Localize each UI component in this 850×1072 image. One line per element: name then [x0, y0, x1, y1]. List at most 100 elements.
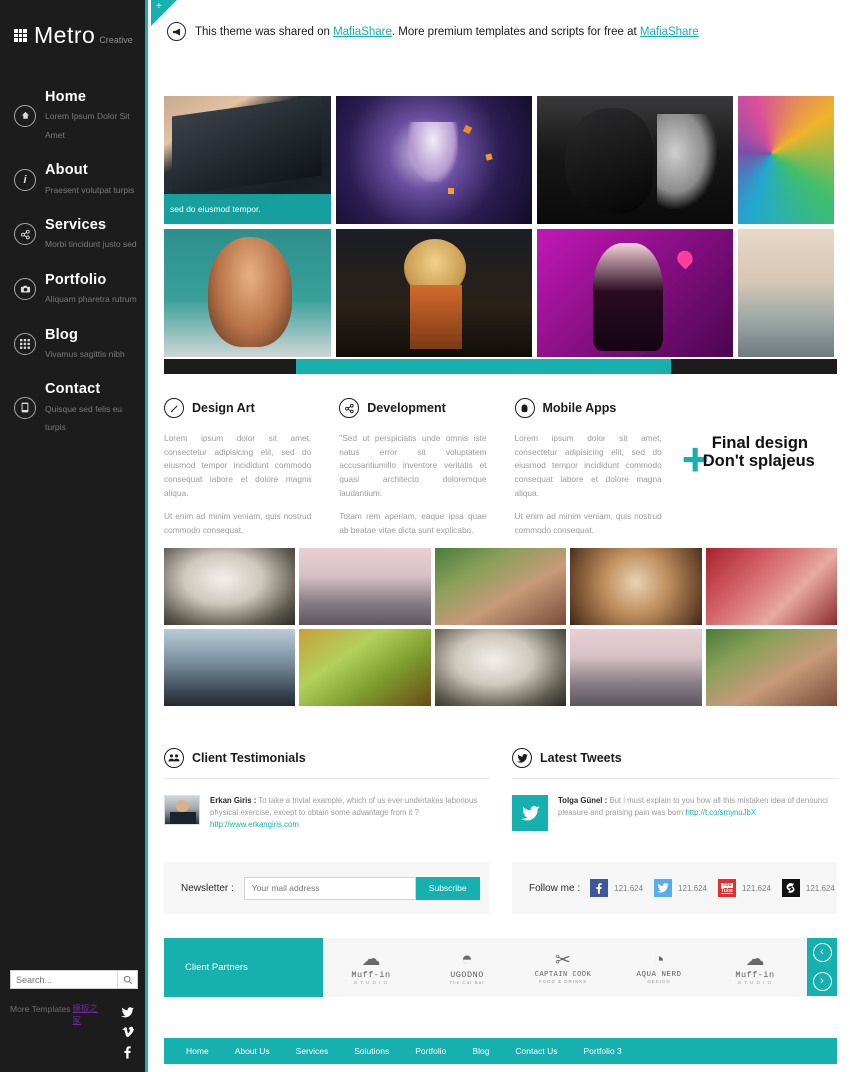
more-templates-link[interactable]: 模板之家 [72, 1002, 101, 1026]
service-mobile-apps: Mobile Apps Lorem ipsum dolor sit amet, … [514, 398, 662, 566]
sidebar-item-portfolio[interactable]: Portfolio Aliquam pharetra rutrum [0, 262, 145, 317]
sidebar-socials [102, 1002, 138, 1062]
search-box[interactable] [10, 970, 138, 989]
portfolio-thumb[interactable] [434, 629, 567, 706]
mafiashare-link-2[interactable]: MafiaShare [640, 26, 699, 38]
testimonials-title: Client Testimonials [192, 751, 306, 765]
partner-sub: FOOD & DRINKS [538, 979, 588, 984]
gallery-tile[interactable] [164, 229, 331, 357]
partner-name: Muff-in [351, 970, 391, 980]
service-paragraph-1: Lorem ipsum dolor sit amet, consectetur … [514, 433, 662, 498]
sidebar-item-about[interactable]: i About Praesent volutpat turpis [0, 152, 145, 207]
search-button[interactable] [117, 971, 137, 988]
youtube-icon[interactable]: You Tube [717, 879, 736, 897]
footer-link-services[interactable]: Services [283, 1046, 342, 1056]
partner-sub: S T U D I O [737, 980, 773, 985]
sidebar-item-contact[interactable]: Contact Quisque sed felis eu turpis [0, 371, 145, 444]
testimonials-column: Client Testimonials Erkan Giris : To tak… [164, 748, 489, 831]
twitter-icon[interactable] [117, 1002, 138, 1022]
sidebar-item-blog[interactable]: Blog Vivamus sagittis nibh [0, 317, 145, 372]
footer-link-blog[interactable]: Blog [459, 1046, 502, 1056]
service-title: Development [367, 401, 446, 415]
portfolio-thumb[interactable] [164, 629, 296, 706]
tweet-link[interactable]: http://t.co/smynuJbX [685, 808, 756, 817]
gallery-tile[interactable] [537, 96, 733, 224]
newsletter-follow: Newsletter : Subscribe Follow me : 121.6… [164, 862, 837, 914]
sidebar-footer: More Templates 模板之家 [0, 970, 148, 1072]
partner-logo[interactable]: ✂ CAPTAIN COOK FOOD & DRINKS [515, 951, 611, 985]
gallery-tile[interactable] [336, 229, 532, 357]
portfolio-thumb[interactable] [164, 548, 296, 625]
partner-logo[interactable]: ◔ AQUA NERD DESIGN [611, 951, 707, 985]
partner-logo[interactable]: ☁ Muff-in S T U D I O [323, 950, 419, 986]
scrollbar-thumb[interactable] [296, 359, 671, 374]
gallery-tile[interactable] [738, 96, 834, 224]
sidebar-item-desc: Quisque sed felis eu turpis [45, 403, 123, 433]
tweet-item: Tolga Günel : But i must explain to you … [512, 795, 837, 831]
footer-link-portfolio-3[interactable]: Portfolio 3 [570, 1046, 634, 1056]
sidebar-item-home[interactable]: Home Lorem Ipsum Dolor Sit Amet [0, 79, 145, 152]
testimonial-link[interactable]: http://www.erkangiris.com [210, 820, 299, 829]
facebook-icon[interactable] [117, 1042, 138, 1062]
notice-text: This theme was shared on MafiaShare. Mor… [195, 26, 699, 38]
footer-link-about-us[interactable]: About Us [222, 1046, 283, 1056]
partner-logo[interactable]: ☁ Muff-in S T U D I O [707, 950, 803, 986]
testimonial-text: Erkan Giris : To take a trivial example,… [210, 795, 489, 831]
service-paragraph-2: Ut enim ad minim veniam, quis nostrud co… [514, 511, 662, 536]
portfolio-thumb[interactable] [705, 629, 838, 706]
services-section: Design Art Lorem ipsum dolor sit amet, c… [164, 398, 837, 566]
follow-box: Follow me : 121.624 121.624 You Tube 121.… [512, 862, 837, 914]
main-navigation: Home Lorem Ipsum Dolor Sit Amet i About … [0, 79, 145, 444]
newsletter-label: Newsletter : [181, 882, 234, 894]
tweets-title: Latest Tweets [540, 751, 622, 765]
subscribe-button[interactable]: Subscribe [415, 876, 480, 900]
newsletter-input[interactable] [243, 876, 416, 900]
gallery-tile[interactable]: sed do eiusmod tempor. [164, 96, 331, 224]
sidebar-item-label: Home [45, 89, 87, 105]
testimonial-item: Erkan Giris : To take a trivial example,… [164, 795, 489, 831]
more-templates-label: More Templates [10, 1004, 71, 1014]
footer-link-contact-us[interactable]: Contact Us [502, 1046, 570, 1056]
footer-link-portfolio[interactable]: Portfolio [402, 1046, 459, 1056]
sidebar-item-label: About [45, 162, 88, 179]
sidebar-item-services[interactable]: Services Morbi tincidunt justo sed [0, 207, 145, 262]
facebook-count: 121.624 [614, 883, 644, 893]
gallery-tile[interactable] [537, 229, 733, 357]
twitter-icon[interactable] [654, 879, 673, 897]
gallery-scrollbar[interactable] [164, 359, 837, 374]
partner-name: CAPTAIN COOK [534, 971, 592, 979]
sidebar-item-label: Contact [45, 381, 101, 398]
partner-name: AQUA NERD [636, 971, 682, 979]
portfolio-thumb[interactable] [570, 548, 702, 625]
arrow-left-icon: ‹ [812, 943, 832, 962]
brand-logo[interactable]: Metro Creative [0, 0, 145, 49]
people-icon [164, 748, 184, 768]
search-input[interactable] [11, 971, 117, 988]
client-partners: Client Partners ☁ Muff-in S T U D I O ◓ … [164, 938, 837, 997]
portfolio-thumb[interactable] [299, 629, 431, 706]
partners-strip: ☁ Muff-in S T U D I O ◓ UGODNO The Cat B… [323, 938, 837, 997]
portfolio-thumb[interactable] [299, 548, 431, 625]
gallery-tile[interactable] [738, 229, 834, 357]
twitter-icon [512, 795, 548, 831]
partner-logo[interactable]: ◓ UGODNO The Cat Bar [419, 950, 515, 986]
gallery-tile[interactable] [336, 96, 532, 224]
partners-prev-button[interactable]: ‹ [807, 938, 837, 967]
partner-sub: DESIGN [647, 979, 671, 984]
portfolio-thumb[interactable] [434, 548, 567, 625]
portfolio-thumb[interactable] [570, 629, 702, 706]
sidebar-item-desc: Morbi tincidunt justo sed [45, 239, 137, 250]
portfolio-thumb[interactable] [705, 548, 838, 625]
arrow-right-icon: › [812, 972, 832, 991]
sidebar-item-desc: Lorem Ipsum Dolor Sit Amet [45, 111, 130, 140]
partners-next-button[interactable]: › [807, 967, 837, 996]
footer-link-solutions[interactable]: Solutions [341, 1046, 402, 1056]
mafiashare-link-1[interactable]: MafiaShare [333, 26, 392, 38]
vimeo-icon[interactable] [117, 1022, 138, 1042]
facebook-icon[interactable] [590, 879, 609, 897]
dribbble-icon[interactable] [781, 879, 800, 897]
service-development: Development "Sed ut perspiciatis unde om… [339, 398, 487, 566]
partner-name: UGODNO [450, 970, 484, 980]
footer-link-home[interactable]: Home [173, 1046, 222, 1056]
page-root: Metro Creative Home Lorem Ipsum Dolor Si… [0, 0, 850, 1072]
